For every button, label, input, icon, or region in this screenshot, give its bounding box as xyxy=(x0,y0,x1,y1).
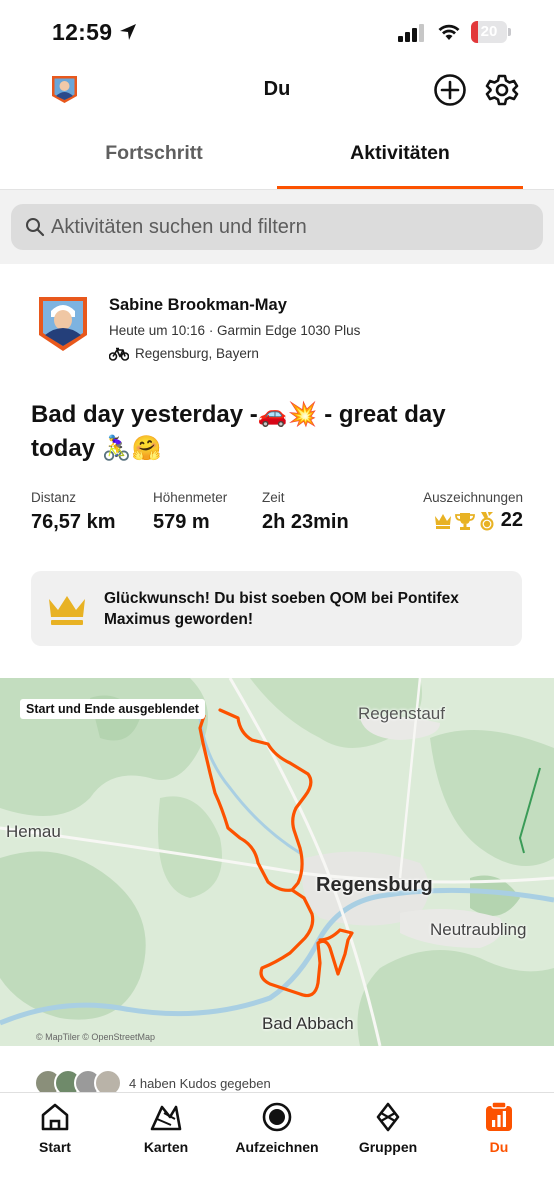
nav-you-label: Du xyxy=(489,1139,509,1155)
map-background xyxy=(0,678,554,1046)
crown-icon xyxy=(434,513,451,529)
settings-gear-icon[interactable] xyxy=(485,73,519,107)
status-bar: 12:59 20 xyxy=(0,0,554,62)
battery-indicator: 20 xyxy=(471,21,511,43)
stat-time-label: Zeit xyxy=(262,490,285,505)
kudos-row[interactable]: 4 haben Kudos gegeben xyxy=(0,1064,554,1097)
qom-banner-text: Glückwunsch! Du bist soeben QOM bei Pont… xyxy=(104,590,459,628)
app-header: Du xyxy=(0,62,554,118)
battery-percent: 20 xyxy=(480,23,498,40)
stat-awards[interactable]: Auszeichnungen 22 xyxy=(423,490,523,532)
map-label-neutraubling: Neutraubling xyxy=(430,920,527,939)
map-privacy-chip: Start und Ende ausgeblendet xyxy=(20,699,205,719)
map-icon xyxy=(150,1105,182,1131)
map-label-bad-abbach: Bad Abbach xyxy=(262,1014,354,1033)
trophy-icon xyxy=(454,512,475,530)
location-text: Regensburg, Bayern xyxy=(135,346,259,361)
nav-record-label: Aufzeichnen xyxy=(235,1139,319,1155)
stat-distance-label: Distanz xyxy=(31,490,77,505)
tab-progress[interactable]: Fortschritt xyxy=(31,118,277,190)
activity-card[interactable]: Sabine Brookman-May Heute um 10:16 · Gar… xyxy=(0,264,554,1097)
nav-groups-label: Gruppen xyxy=(358,1139,418,1155)
activity-meta: Heute um 10:16 · Garmin Edge 1030 Plus xyxy=(109,323,361,338)
search-box[interactable] xyxy=(11,204,543,250)
map-attribution: © MapTiler © OpenStreetMap xyxy=(36,1032,155,1042)
cellular-signal-icon xyxy=(398,24,424,42)
bottom-nav: Start Karten Aufzeichnen Gruppen Du xyxy=(0,1092,554,1200)
wifi-icon xyxy=(438,24,460,40)
stat-distance-value: 76,57 km xyxy=(31,511,116,533)
stat-time: Zeit 2h 23min xyxy=(262,490,349,534)
map-label-regenstauf: Regenstauf xyxy=(358,704,445,723)
nav-you[interactable]: Du xyxy=(444,1093,554,1173)
stat-elevation: Höhenmeter 579 m xyxy=(153,490,227,534)
map-label-regensburg: Regensburg xyxy=(316,874,433,896)
route-map[interactable]: Start und Ende ausgeblendet Regenstauf H… xyxy=(0,678,554,1046)
activity-title[interactable]: Bad day yesterday -🚗💥 - great day today … xyxy=(31,398,501,466)
nav-record[interactable]: Aufzeichnen xyxy=(222,1093,332,1173)
tab-activities[interactable]: Aktivitäten xyxy=(277,118,523,190)
groups-icon xyxy=(376,1102,400,1132)
add-activity-button[interactable] xyxy=(433,73,467,107)
nav-maps[interactable]: Karten xyxy=(111,1093,221,1173)
stat-time-value: 2h 23min xyxy=(262,511,349,533)
stat-distance: Distanz 76,57 km xyxy=(31,490,116,534)
search-input[interactable] xyxy=(51,204,531,250)
map-label-hemau: Hemau xyxy=(6,822,61,841)
status-time: 12:59 xyxy=(52,19,113,45)
nav-maps-label: Karten xyxy=(143,1139,189,1155)
athlete-name[interactable]: Sabine Brookman-May xyxy=(109,296,287,315)
active-tab-indicator xyxy=(277,186,523,189)
stat-awards-label: Auszeichnungen xyxy=(423,490,523,505)
bicycle-icon xyxy=(109,347,129,361)
nav-start[interactable]: Start xyxy=(0,1093,110,1173)
kudos-text: 4 haben Kudos gegeben xyxy=(129,1076,271,1091)
location-arrow-icon xyxy=(120,24,136,40)
crown-icon xyxy=(49,596,85,625)
medal-icon xyxy=(480,511,494,530)
home-icon xyxy=(41,1103,69,1131)
activity-location: Regensburg, Bayern xyxy=(109,346,259,361)
nav-start-label: Start xyxy=(39,1139,71,1155)
stat-elevation-label: Höhenmeter xyxy=(153,490,228,505)
profile-tabs: Fortschritt Aktivitäten xyxy=(0,118,554,190)
awards-count: 22 xyxy=(500,509,523,531)
activity-stats: Distanz 76,57 km Höhenmeter 579 m Zeit 2… xyxy=(0,490,554,540)
profile-chart-icon xyxy=(486,1101,512,1131)
search-icon xyxy=(26,218,45,237)
qom-banner[interactable]: Glückwunsch! Du bist soeben QOM bei Pont… xyxy=(31,571,522,646)
record-icon xyxy=(262,1102,292,1132)
nav-groups[interactable]: Gruppen xyxy=(333,1093,443,1173)
athlete-avatar[interactable] xyxy=(37,295,89,353)
page-title: Du xyxy=(263,78,291,100)
stat-elevation-value: 579 m xyxy=(153,511,210,533)
search-section xyxy=(0,190,554,264)
